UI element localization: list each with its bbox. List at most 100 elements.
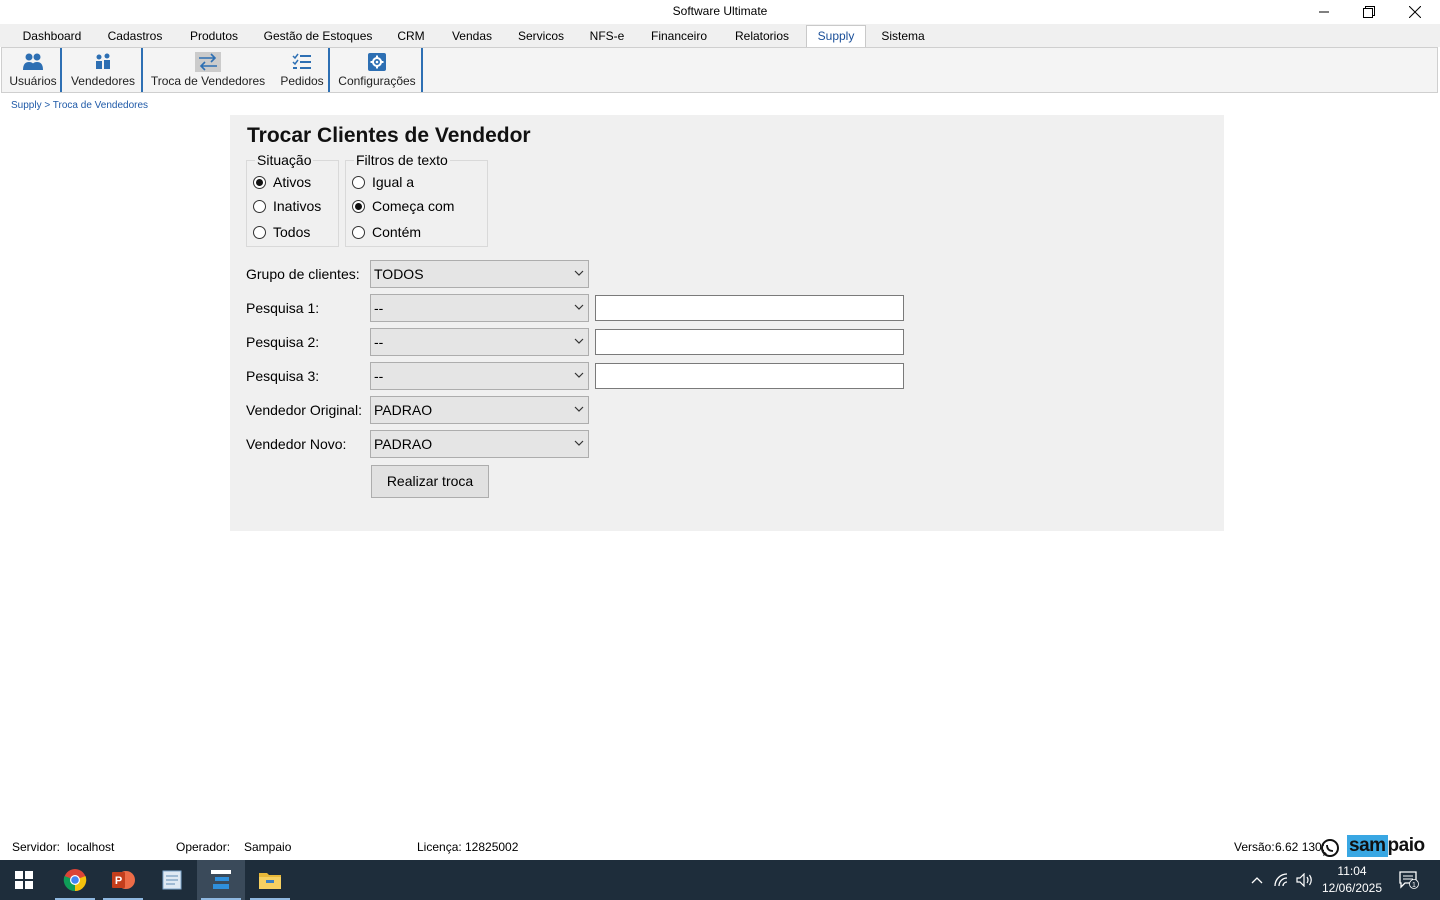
- vendedor-novo-label: Vendedor Novo:: [246, 436, 347, 452]
- tab-financeiro[interactable]: Financeiro: [642, 27, 716, 47]
- chevron-up-icon: [1251, 877, 1263, 884]
- radio-circle[interactable]: [352, 175, 365, 189]
- chrome-taskbar-button[interactable]: [51, 860, 99, 900]
- users-icon: [22, 52, 44, 72]
- ribbon-separator: [60, 48, 62, 92]
- swap-arrows-icon: [195, 52, 221, 72]
- vendedor-novo-select[interactable]: PADRAO: [370, 430, 589, 458]
- tab-cadastros[interactable]: Cadastros: [100, 27, 170, 47]
- ribbon-troca-vendedores-button[interactable]: Troca de Vendedores: [148, 48, 268, 92]
- pesquisa-3-input[interactable]: [595, 363, 904, 389]
- select-value: --: [374, 368, 384, 384]
- pesquisa-1-label: Pesquisa 1:: [246, 300, 320, 316]
- folder-icon: [259, 873, 281, 889]
- ribbon-label: Vendedores: [70, 74, 136, 88]
- tab-gestao-estoques[interactable]: Gestão de Estoques: [258, 27, 378, 47]
- tab-produtos[interactable]: Produtos: [180, 27, 248, 47]
- taskbar-clock[interactable]: 11:04 12/06/2025: [1316, 863, 1388, 897]
- select-value: PADRAO: [374, 402, 433, 418]
- vendedor-original-label: Vendedor Original:: [246, 402, 362, 418]
- radio-inativos[interactable]: Inativos: [253, 197, 321, 215]
- ribbon-label: Troca de Vendedores: [150, 74, 266, 88]
- tab-nfse[interactable]: NFS-e: [582, 27, 632, 47]
- sampaio-logo: sam paio: [1347, 835, 1425, 857]
- notification-icon: 1: [1399, 871, 1419, 889]
- radio-circle-checked[interactable]: [352, 199, 365, 213]
- software-ultimate-taskbar-button[interactable]: [197, 860, 245, 900]
- chevron-down-icon: [574, 270, 584, 276]
- tab-relatorios[interactable]: Relatorios: [727, 27, 797, 47]
- radio-circle[interactable]: [253, 225, 266, 239]
- windows-icon: [15, 871, 33, 889]
- filtros-legend: Filtros de texto: [354, 152, 450, 168]
- ribbon-usuarios-button[interactable]: Usuários: [6, 48, 60, 92]
- ribbon-configuracoes-button[interactable]: Configurações: [334, 48, 420, 92]
- breadcrumb[interactable]: Supply > Troca de Vendedores: [11, 100, 148, 111]
- situacao-group: Situação Ativos Inativos Todos: [246, 152, 339, 247]
- pesquisa-2-input[interactable]: [595, 329, 904, 355]
- radio-circle[interactable]: [253, 199, 266, 213]
- radio-circle-checked[interactable]: [253, 175, 266, 189]
- pesquisa-1-input[interactable]: [595, 295, 904, 321]
- tab-crm[interactable]: CRM: [390, 27, 432, 47]
- close-button[interactable]: [1392, 0, 1438, 24]
- radio-label: Contém: [372, 224, 422, 240]
- minimize-icon: [1319, 11, 1329, 13]
- ribbon-label: Configurações: [338, 74, 416, 88]
- radio-ativos[interactable]: Ativos: [253, 173, 311, 191]
- file-explorer-taskbar-button[interactable]: [246, 860, 294, 900]
- radio-label: Começa com: [372, 198, 455, 214]
- tab-vendas[interactable]: Vendas: [444, 27, 500, 47]
- select-value: --: [374, 334, 384, 350]
- radio-label: Igual a: [372, 174, 415, 190]
- whatsapp-icon[interactable]: [1320, 838, 1340, 858]
- chevron-down-icon: [574, 372, 584, 378]
- tab-sistema[interactable]: Sistema: [874, 27, 932, 47]
- pesquisa-1-select[interactable]: --: [370, 294, 589, 322]
- select-value: TODOS: [374, 266, 424, 282]
- radio-label: Ativos: [273, 174, 312, 190]
- clock-date: 12/06/2025: [1321, 881, 1383, 895]
- realizar-troca-button[interactable]: Realizar troca: [371, 465, 489, 498]
- grupo-clientes-select[interactable]: TODOS: [370, 260, 589, 288]
- tab-supply[interactable]: Supply: [806, 25, 866, 48]
- tab-servicos[interactable]: Servicos: [510, 27, 572, 47]
- ribbon-separator: [421, 48, 423, 92]
- logo-text-a: sam: [1347, 835, 1388, 857]
- radio-comeca-com[interactable]: Começa com: [352, 197, 454, 215]
- status-bar: Servidor: localhost Operador: Sampaio Li…: [0, 836, 1440, 860]
- ribbon-separator: [328, 48, 330, 92]
- minimize-button[interactable]: [1301, 0, 1347, 24]
- volume-button[interactable]: [1295, 860, 1315, 900]
- radio-circle[interactable]: [352, 225, 365, 239]
- tab-dashboard[interactable]: Dashboard: [14, 27, 90, 47]
- vendedor-original-select[interactable]: PADRAO: [370, 396, 589, 424]
- ribbon-vendedores-button[interactable]: Vendedores: [66, 48, 140, 92]
- network-button[interactable]: [1272, 860, 1292, 900]
- powerpoint-taskbar-button[interactable]: P: [99, 860, 147, 900]
- restore-button[interactable]: [1346, 0, 1392, 24]
- window-title: Software Ultimate: [672, 4, 768, 18]
- chevron-down-icon: [574, 440, 584, 446]
- close-icon: [1409, 6, 1421, 18]
- chevron-down-icon: [574, 338, 584, 344]
- gear-icon: [366, 52, 388, 72]
- logo-text-b: paio: [1387, 835, 1426, 856]
- radio-todos[interactable]: Todos: [253, 223, 310, 241]
- situacao-legend: Situação: [255, 152, 314, 168]
- tray-overflow-button[interactable]: [1248, 860, 1266, 900]
- notepad-taskbar-button[interactable]: [148, 860, 196, 900]
- radio-contem[interactable]: Contém: [352, 223, 421, 241]
- radio-igual-a[interactable]: Igual a: [352, 173, 414, 191]
- page-title: Trocar Clientes de Vendedor: [247, 124, 531, 147]
- taskbar: P 11:04 12/06/2025 1: [0, 860, 1440, 900]
- operador-value: Sampaio: [244, 840, 292, 854]
- ribbon-pedidos-button[interactable]: Pedidos: [276, 48, 328, 92]
- pesquisa-3-label: Pesquisa 3:: [246, 368, 320, 384]
- ribbon-separator: [141, 48, 143, 92]
- start-button[interactable]: [0, 860, 48, 900]
- pesquisa-3-select[interactable]: --: [370, 362, 589, 390]
- versao-value: 6.62 130:: [1275, 840, 1326, 854]
- notifications-button[interactable]: 1: [1394, 860, 1424, 900]
- pesquisa-2-select[interactable]: --: [370, 328, 589, 356]
